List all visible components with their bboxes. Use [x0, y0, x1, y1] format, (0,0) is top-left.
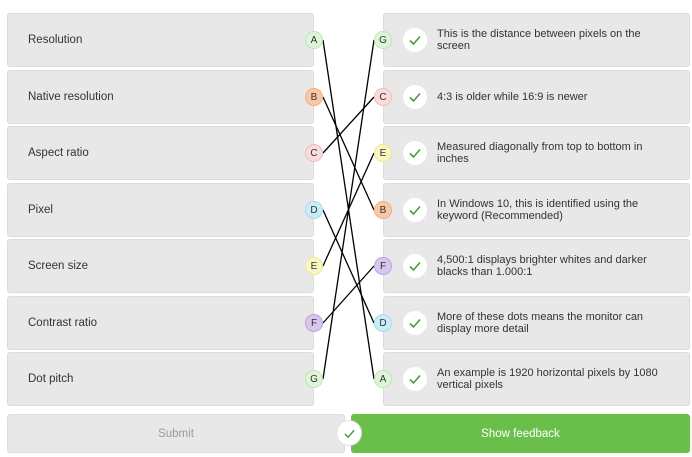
check-icon [403, 85, 427, 109]
check-icon [403, 141, 427, 165]
connector-line-f [322, 265, 375, 324]
term-badge-b[interactable]: B [305, 88, 323, 106]
definition-card[interactable]: In Windows 10, this is identified using … [383, 183, 690, 237]
definition-text: In Windows 10, this is identified using … [437, 198, 639, 222]
definition-card[interactable]: Measured diagonally from top to bottom i… [383, 126, 690, 180]
term-label: Dot pitch [28, 373, 74, 385]
term-card-a[interactable]: Resolution [7, 13, 314, 67]
term-card-d[interactable]: Pixel [7, 183, 314, 237]
definition-badge-c[interactable]: C [374, 88, 392, 106]
check-icon [337, 421, 361, 445]
term-badge-c[interactable]: C [305, 144, 323, 162]
show-feedback-button[interactable]: Show feedback [351, 414, 690, 453]
definition-card[interactable]: An example is 1920 horizontal pixels by … [383, 352, 690, 406]
connector-line-g [322, 39, 375, 380]
term-card-e[interactable]: Screen size [7, 239, 314, 293]
term-label: Aspect ratio [28, 147, 89, 159]
term-label: Resolution [28, 34, 83, 46]
definition-text: 4,500:1 displays brighter whites and dar… [437, 254, 647, 278]
connector-line-b [322, 96, 375, 211]
term-card-b[interactable]: Native resolution [7, 70, 314, 124]
definition-badge-f[interactable]: F [374, 257, 392, 275]
definition-badge-a[interactable]: A [374, 370, 392, 388]
term-card-f[interactable]: Contrast ratio [7, 296, 314, 350]
definition-text: 4:3 is older while 16:9 is newer [437, 91, 588, 103]
term-card-c[interactable]: Aspect ratio [7, 126, 314, 180]
check-icon [403, 311, 427, 335]
definition-card[interactable]: More of these dots means the monitor can… [383, 296, 690, 350]
check-icon [403, 198, 427, 222]
check-icon [403, 367, 427, 391]
connector-line-d [322, 209, 375, 324]
definition-card[interactable]: 4:3 is older while 16:9 is newer [383, 70, 690, 124]
term-label: Pixel [28, 204, 53, 216]
term-label: Screen size [28, 260, 89, 272]
term-badge-d[interactable]: D [305, 201, 323, 219]
check-icon [403, 254, 427, 278]
term-badge-f[interactable]: F [305, 314, 323, 332]
definition-card[interactable]: 4,500:1 displays brighter whites and dar… [383, 239, 690, 293]
definition-badge-e[interactable]: E [374, 144, 392, 162]
connector-line-a [322, 39, 375, 380]
term-label: Contrast ratio [28, 317, 98, 329]
connector-line-e [322, 152, 375, 267]
definition-text: More of these dots means the monitor can… [437, 311, 644, 335]
definition-badge-b[interactable]: B [374, 201, 392, 219]
term-label: Native resolution [28, 91, 114, 103]
term-badge-g[interactable]: G [305, 370, 323, 388]
submit-button[interactable]: Submit [7, 414, 345, 453]
definition-text: An example is 1920 horizontal pixels by … [437, 367, 658, 391]
term-badge-a[interactable]: A [305, 31, 323, 49]
connector-line-c [322, 96, 375, 154]
definition-badge-d[interactable]: D [374, 314, 392, 332]
definition-text: Measured diagonally from top to bottom i… [437, 141, 643, 165]
definition-card[interactable]: This is the distance between pixels on t… [383, 13, 690, 67]
definition-badge-g[interactable]: G [374, 31, 392, 49]
check-icon [403, 28, 427, 52]
term-badge-e[interactable]: E [305, 257, 323, 275]
term-card-g[interactable]: Dot pitch [7, 352, 314, 406]
definition-text: This is the distance between pixels on t… [437, 28, 641, 52]
